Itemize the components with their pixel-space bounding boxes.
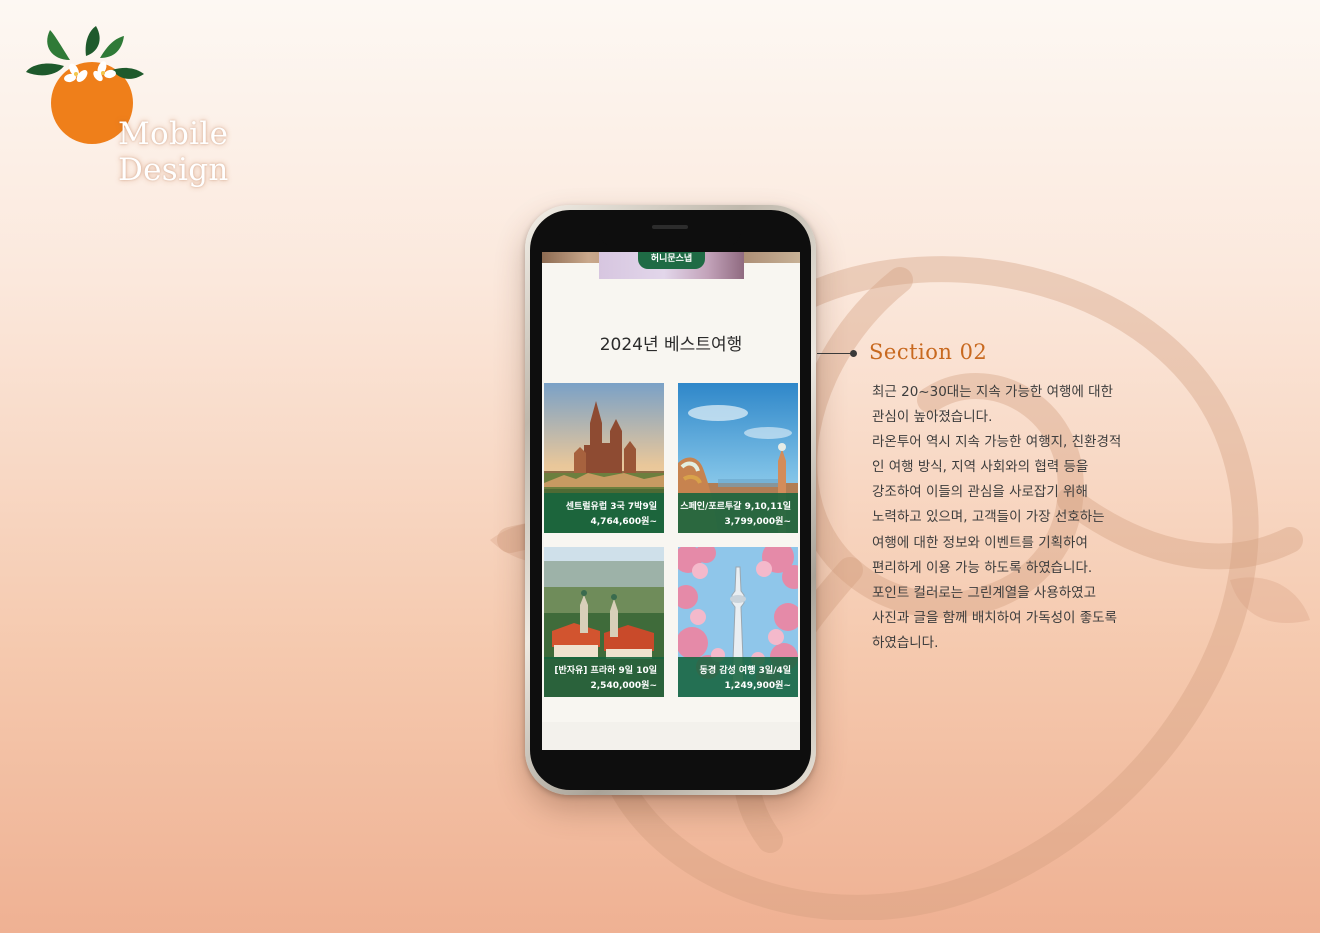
phone-speaker: [652, 225, 688, 229]
best-travel-title: 2024년 베스트여행: [599, 335, 743, 355]
travel-card[interactable]: 스페인/포르투갈 9,10,11일 3,799,000원~: [678, 383, 798, 533]
description-line: 사진과 글을 함께 배치하여 가독성이 좋도록: [872, 609, 1118, 626]
connector-line: [817, 353, 852, 354]
logo: Mobile Design: [24, 26, 344, 188]
description-line: 인 여행 방식, 지역 사회와의 협력 등을: [872, 459, 1089, 476]
description-line: 최근 20~30대는 지속 가능한 여행에 대한: [872, 384, 1114, 400]
description-line: 하였습니다.: [872, 634, 939, 651]
card-title: 센트럴유럽 3국 7박9일: [565, 502, 657, 512]
logo-text: Mobile Design: [118, 116, 229, 188]
travel-card[interactable]: 동경 감성 여행 3일/4일 1,249,900원~: [678, 547, 798, 697]
description-line: 포인트 컬러로는 그린계열을 사용하였고: [872, 584, 1097, 601]
description-line: 강조하여 이들의 관심을 사로잡기 위해: [872, 484, 1088, 501]
card-title: [반자유] 프라하 9일 10일: [554, 666, 657, 676]
card-price: 2,540,000원~: [590, 681, 658, 691]
card-price: 1,249,900원~: [724, 681, 792, 691]
phone-screen: 허니문스냅 2024년 베스트여행 센트럴유럽 3국 7박9일 4,764,60…: [542, 252, 800, 750]
section-description: 최근 20~30대는 지속 가능한 여행에 대한 관심이 높아졌습니다. 라온투…: [872, 380, 1162, 656]
card-price: 3,799,000원~: [724, 517, 792, 527]
card-title: 동경 감성 여행 3일/4일: [699, 666, 791, 676]
description-line: 관심이 높아졌습니다.: [872, 409, 993, 426]
card-price: 4,764,600원~: [590, 517, 658, 527]
travel-card[interactable]: 센트럴유럽 3국 7박9일 4,764,600원~: [544, 383, 664, 533]
screen-bottom-area: [542, 722, 800, 750]
honeymoon-snap-badge[interactable]: 허니문스냅: [638, 252, 705, 269]
description-line: 라온투어 역시 지속 가능한 여행지, 친환경적: [872, 434, 1122, 451]
description-line: 편리하게 이용 가능 하도록 하였습니다.: [872, 559, 1093, 576]
card-title: 스페인/포르투갈 9,10,11일: [680, 502, 791, 512]
travel-card[interactable]: [반자유] 프라하 9일 10일 2,540,000원~: [544, 547, 664, 697]
section-heading: Section 02: [869, 340, 988, 364]
description-line: 여행에 대한 정보와 이벤트를 기획하여: [872, 534, 1088, 551]
description-line: 노력하고 있으며, 고객들이 가장 선호하는: [872, 509, 1105, 526]
connector-dot: [850, 350, 857, 357]
phone-mockup: 허니문스냅 2024년 베스트여행 센트럴유럽 3국 7박9일 4,764,60…: [525, 205, 816, 795]
